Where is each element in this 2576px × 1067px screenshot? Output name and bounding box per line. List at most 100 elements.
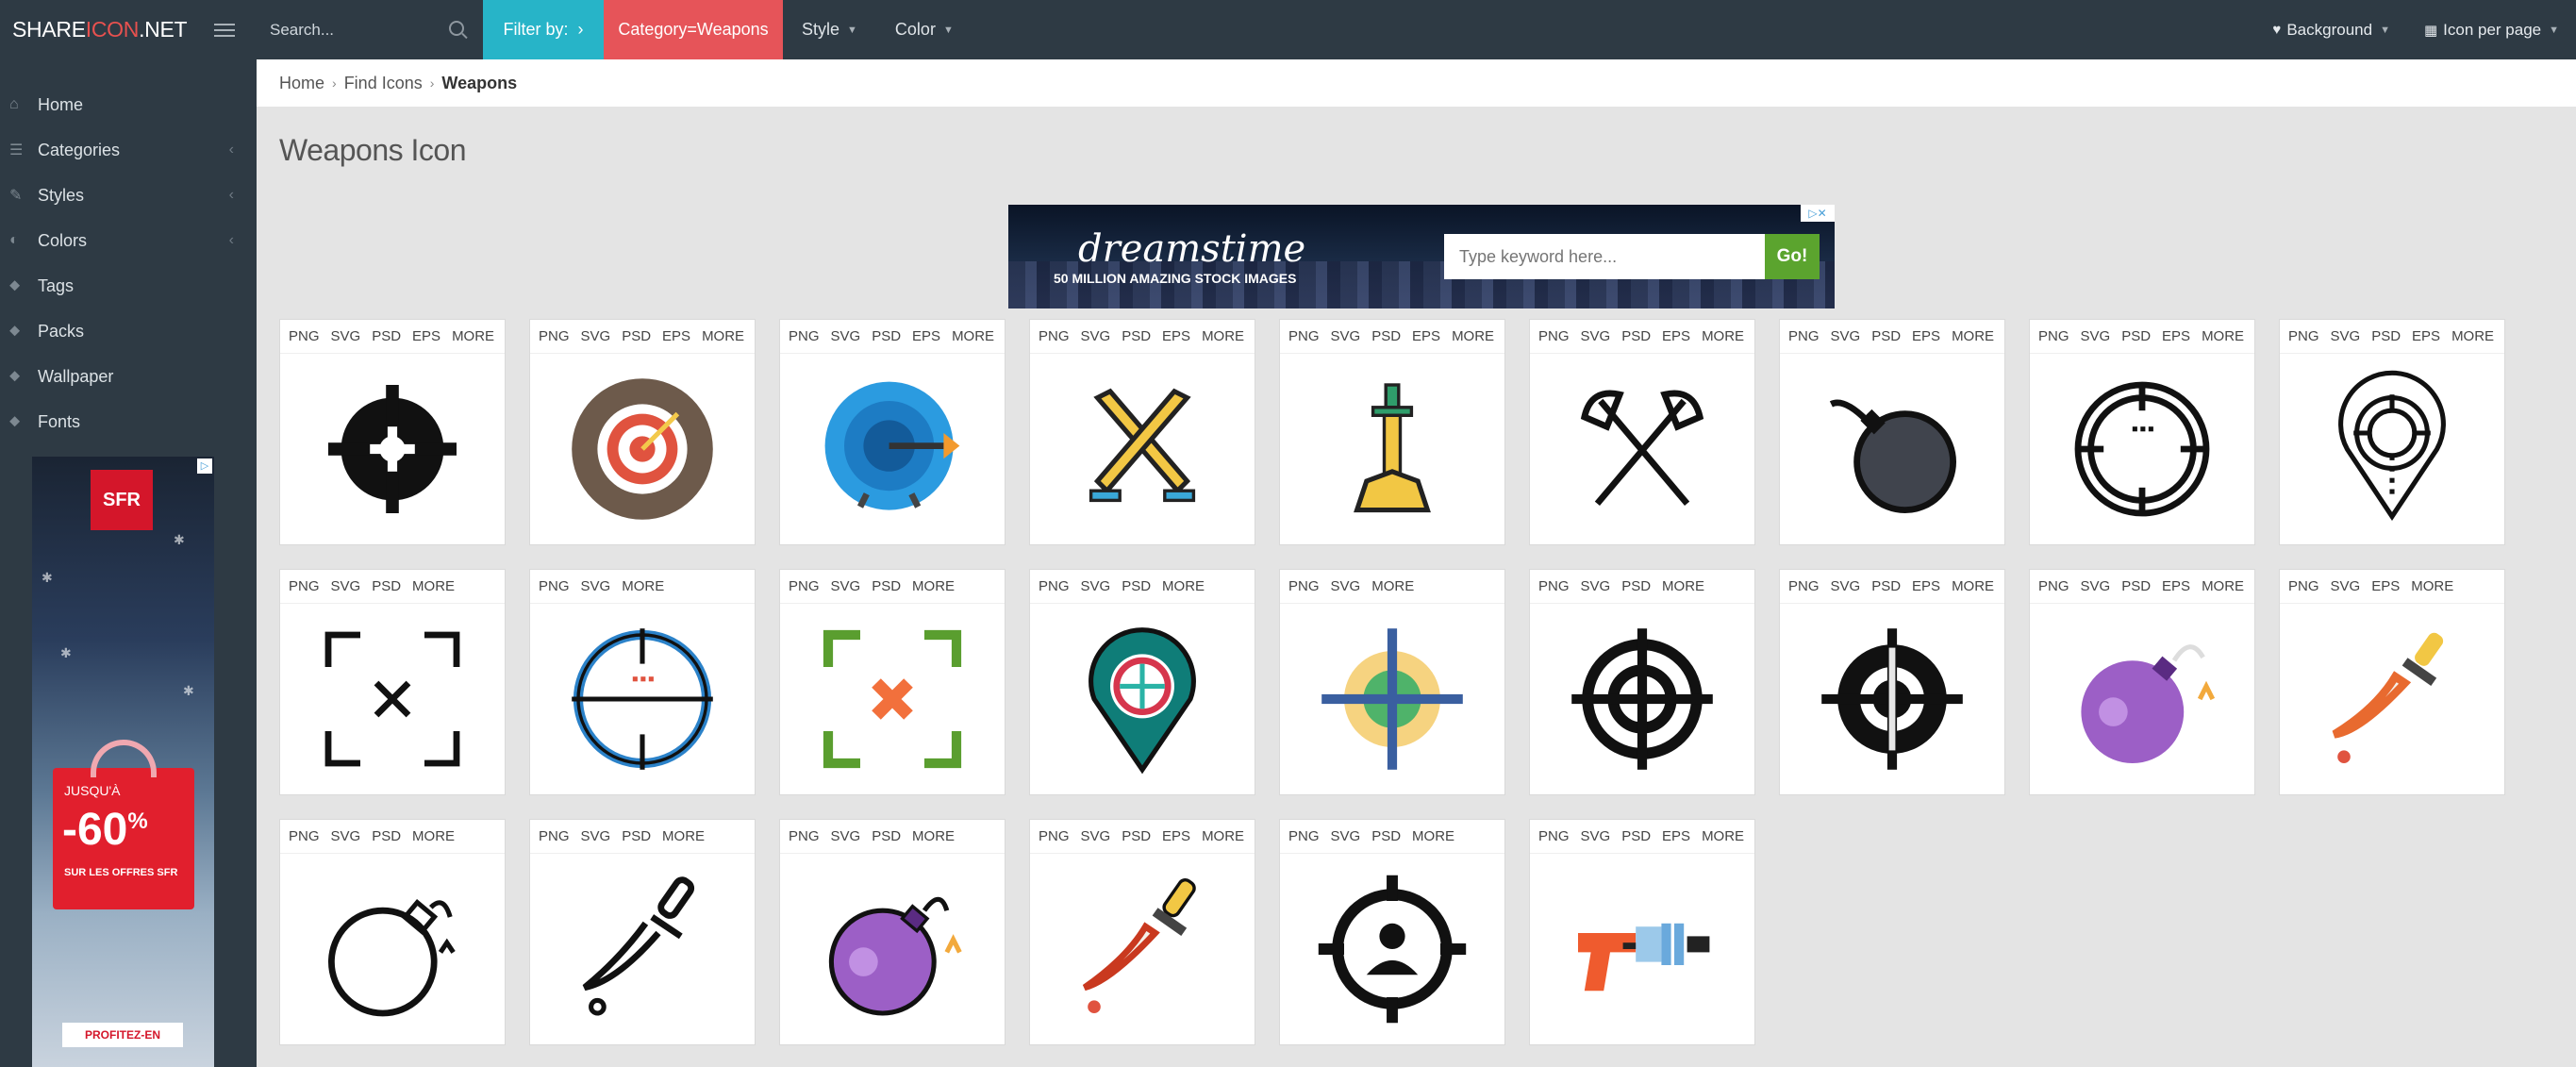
dagger-color-icon[interactable] (2280, 604, 2504, 794)
format-link-svg[interactable]: SVG (581, 578, 611, 594)
icon-card[interactable]: PNG SVG PSD MORE (1029, 569, 1255, 795)
crosshair-black-icon[interactable] (280, 354, 505, 544)
ad-choices-icon[interactable]: ▷✕ (1801, 205, 1835, 222)
dagger-outline-icon[interactable] (530, 854, 755, 1044)
format-link-svg[interactable]: SVG (1081, 828, 1111, 844)
format-link-svg[interactable]: SVG (1331, 828, 1361, 844)
format-link-png[interactable]: PNG (789, 828, 820, 844)
ad-choices-icon[interactable]: ▷ (197, 458, 212, 474)
icon-card[interactable]: PNG SVG PSD EPS MORE (1029, 819, 1255, 1045)
location-target-icon[interactable] (2280, 354, 2504, 544)
icon-card[interactable]: PNG SVG PSD MORE (1279, 819, 1505, 1045)
bomb-dark-icon[interactable] (1780, 354, 2004, 544)
icon-card[interactable]: PNG SVG PSD EPS MORE (2029, 319, 2255, 545)
icon-card[interactable]: PNG SVG PSD EPS MORE (1529, 819, 1755, 1045)
format-link-psd[interactable]: PSD (372, 328, 401, 344)
icon-card[interactable]: PNG SVG PSD MORE (779, 819, 1005, 1045)
format-link-more[interactable]: MORE (1202, 828, 1244, 844)
target-person-icon[interactable] (1280, 854, 1504, 1044)
ad-go-button[interactable]: Go! (1765, 234, 1820, 279)
ray-gun-icon[interactable] (1530, 854, 1754, 1044)
icon-card[interactable]: PNG SVG PSD EPS MORE (1779, 319, 2005, 545)
format-link-more[interactable]: MORE (2202, 328, 2244, 344)
format-link-psd[interactable]: PSD (2121, 578, 2151, 594)
icon-card[interactable]: PNG SVG PSD EPS MORE (1779, 569, 2005, 795)
format-link-svg[interactable]: SVG (831, 328, 861, 344)
category-filter-chip[interactable]: Category=Weapons (604, 0, 783, 59)
icon-card[interactable]: PNG SVG PSD EPS MORE (2029, 569, 2255, 795)
format-link-psd[interactable]: PSD (1371, 328, 1401, 344)
format-link-png[interactable]: PNG (539, 828, 570, 844)
bomb-purple-outline-icon[interactable] (780, 854, 1005, 1044)
format-link-png[interactable]: PNG (1039, 328, 1070, 344)
sidebar-item-fonts[interactable]: ⬥ Fonts (0, 399, 257, 444)
target-dartboard-icon[interactable] (530, 354, 755, 544)
format-link-svg[interactable]: SVG (2081, 578, 2111, 594)
format-link-more[interactable]: MORE (412, 578, 455, 594)
icon-card[interactable]: PNG SVG PSD EPS MORE (1529, 319, 1755, 545)
format-link-psd[interactable]: PSD (872, 328, 901, 344)
format-link-png[interactable]: PNG (2038, 328, 2069, 344)
scope-blue-icon[interactable] (530, 604, 755, 794)
format-link-svg[interactable]: SVG (1581, 828, 1611, 844)
format-link-psd[interactable]: PSD (372, 828, 401, 844)
format-link-svg[interactable]: SVG (331, 828, 361, 844)
format-link-png[interactable]: PNG (539, 328, 570, 344)
filter-by-button[interactable]: Filter by: › (483, 0, 604, 59)
format-link-more[interactable]: MORE (1452, 328, 1494, 344)
bomb-purple-icon[interactable] (2030, 604, 2254, 794)
dagger-color-outline-icon[interactable] (1030, 854, 1255, 1044)
icon-card[interactable]: PNG SVG PSD MORE (779, 569, 1005, 795)
format-link-png[interactable]: PNG (1039, 828, 1070, 844)
sidebar-item-home[interactable]: ⌂ Home (0, 82, 257, 127)
background-dropdown[interactable]: ♥ Background ▼ (2255, 21, 2407, 40)
format-link-svg[interactable]: SVG (1331, 578, 1361, 594)
format-link-png[interactable]: PNG (789, 578, 820, 594)
format-link-eps[interactable]: EPS (2412, 328, 2440, 344)
format-link-png[interactable]: PNG (1538, 328, 1570, 344)
format-link-svg[interactable]: SVG (831, 578, 861, 594)
crossed-axes-icon[interactable] (1530, 354, 1754, 544)
format-link-psd[interactable]: PSD (1371, 828, 1401, 844)
icon-card[interactable]: PNG SVG MORE (529, 569, 756, 795)
format-link-svg[interactable]: SVG (1331, 328, 1361, 344)
format-link-more[interactable]: MORE (2411, 578, 2453, 594)
focus-frame-color-icon[interactable] (780, 604, 1005, 794)
search-input[interactable] (270, 20, 449, 40)
format-link-svg[interactable]: SVG (581, 328, 611, 344)
format-link-more[interactable]: MORE (452, 328, 494, 344)
icon-card[interactable]: PNG SVG PSD MORE (279, 819, 506, 1045)
breadcrumb-home[interactable]: Home (279, 74, 324, 93)
format-link-eps[interactable]: EPS (1912, 578, 1940, 594)
format-link-psd[interactable]: PSD (1122, 328, 1151, 344)
format-link-more[interactable]: MORE (2202, 578, 2244, 594)
sidebar-item-packs[interactable]: ⬥ Packs (0, 308, 257, 354)
format-link-png[interactable]: PNG (1288, 328, 1320, 344)
site-logo[interactable]: SHARE ICON .NET (0, 0, 192, 59)
format-link-png[interactable]: PNG (289, 828, 320, 844)
format-link-more[interactable]: MORE (1371, 578, 1414, 594)
format-link-svg[interactable]: SVG (331, 578, 361, 594)
format-link-eps[interactable]: EPS (662, 328, 690, 344)
format-link-psd[interactable]: PSD (372, 578, 401, 594)
format-link-more[interactable]: MORE (952, 328, 994, 344)
icon-card[interactable]: PNG SVG PSD EPS MORE (1279, 319, 1505, 545)
format-link-more[interactable]: MORE (2451, 328, 2494, 344)
format-link-svg[interactable]: SVG (581, 828, 611, 844)
target-arrow-icon[interactable] (780, 354, 1005, 544)
icon-card[interactable]: PNG SVG PSD EPS MORE (779, 319, 1005, 545)
format-link-eps[interactable]: EPS (1662, 328, 1690, 344)
format-link-png[interactable]: PNG (1288, 828, 1320, 844)
icon-card[interactable]: PNG SVG PSD MORE (279, 569, 506, 795)
format-link-more[interactable]: MORE (702, 328, 744, 344)
format-link-eps[interactable]: EPS (1662, 828, 1690, 844)
hamburger-menu-icon[interactable] (192, 0, 257, 59)
format-link-psd[interactable]: PSD (1621, 828, 1651, 844)
ad-cta-button[interactable]: PROFITEZ-EN (62, 1023, 183, 1047)
format-link-psd[interactable]: PSD (622, 828, 651, 844)
format-link-more[interactable]: MORE (1952, 578, 1994, 594)
icon-card[interactable]: PNG SVG PSD EPS MORE (1029, 319, 1255, 545)
format-link-psd[interactable]: PSD (1621, 328, 1651, 344)
format-link-more[interactable]: MORE (1162, 578, 1205, 594)
sidebar-item-colors[interactable]: ◐ Colors ‹ (0, 218, 257, 263)
